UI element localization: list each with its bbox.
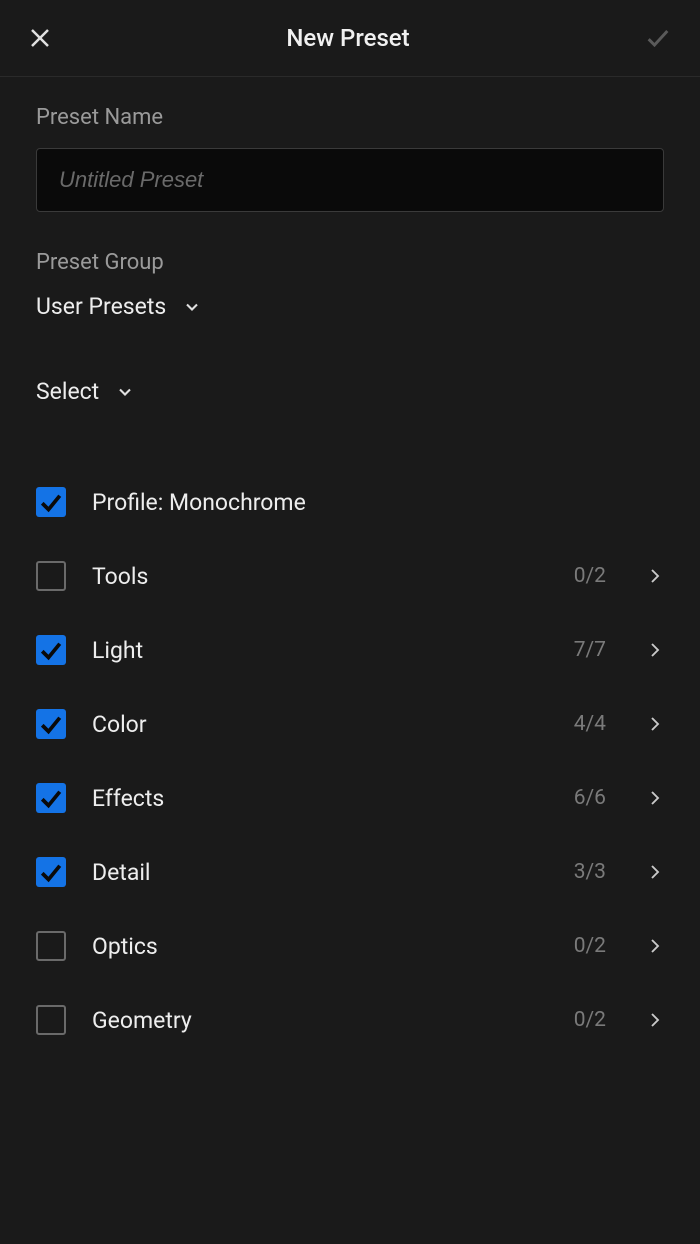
option-label: Optics <box>92 933 548 960</box>
chevron-right-icon[interactable] <box>646 789 664 807</box>
option-label: Geometry <box>92 1007 548 1034</box>
option-row: Profile: Monochrome <box>36 465 664 539</box>
option-count: 0/2 <box>574 1008 606 1032</box>
option-row: Geometry 0/2 <box>36 983 664 1057</box>
option-checkbox[interactable] <box>36 709 66 739</box>
option-row: Detail 3/3 <box>36 835 664 909</box>
option-count: 7/7 <box>574 638 606 662</box>
option-checkbox[interactable] <box>36 783 66 813</box>
preset-group-value: User Presets <box>36 293 166 320</box>
option-label: Light <box>92 637 548 664</box>
preset-name-label: Preset Name <box>36 105 664 130</box>
option-count: 6/6 <box>574 786 606 810</box>
option-row: Tools 0/2 <box>36 539 664 613</box>
chevron-right-icon[interactable] <box>646 937 664 955</box>
option-row: Light 7/7 <box>36 613 664 687</box>
option-count: 0/2 <box>574 934 606 958</box>
chevron-right-icon[interactable] <box>646 715 664 733</box>
preset-group-dropdown[interactable]: User Presets <box>36 293 664 320</box>
option-label: Effects <box>92 785 548 812</box>
close-icon[interactable] <box>28 26 52 50</box>
option-checkbox[interactable] <box>36 487 66 517</box>
preset-group-label: Preset Group <box>36 250 664 275</box>
option-checkbox[interactable] <box>36 1005 66 1035</box>
content: Preset Name Preset Group User Presets Se… <box>0 77 700 1085</box>
page-title: New Preset <box>286 24 409 52</box>
chevron-down-icon <box>115 382 135 402</box>
preset-name-input[interactable] <box>36 148 664 212</box>
chevron-right-icon[interactable] <box>646 641 664 659</box>
option-checkbox[interactable] <box>36 857 66 887</box>
confirm-icon[interactable] <box>644 24 672 52</box>
option-row: Optics 0/2 <box>36 909 664 983</box>
options-list: Profile: Monochrome Tools 0/2 Light 7/7 Color… <box>36 465 664 1057</box>
option-checkbox[interactable] <box>36 635 66 665</box>
option-row: Effects 6/6 <box>36 761 664 835</box>
option-label: Color <box>92 711 548 738</box>
option-row: Color 4/4 <box>36 687 664 761</box>
option-count: 0/2 <box>574 564 606 588</box>
chevron-right-icon[interactable] <box>646 567 664 585</box>
header: New Preset <box>0 0 700 77</box>
option-label: Profile: Monochrome <box>92 489 664 516</box>
option-label: Detail <box>92 859 548 886</box>
option-checkbox[interactable] <box>36 931 66 961</box>
select-dropdown[interactable]: Select <box>36 378 664 405</box>
option-count: 3/3 <box>574 860 606 884</box>
option-checkbox[interactable] <box>36 561 66 591</box>
option-count: 4/4 <box>574 712 606 736</box>
option-label: Tools <box>92 563 548 590</box>
chevron-right-icon[interactable] <box>646 1011 664 1029</box>
chevron-right-icon[interactable] <box>646 863 664 881</box>
chevron-down-icon <box>182 297 202 317</box>
select-label: Select <box>36 378 99 405</box>
